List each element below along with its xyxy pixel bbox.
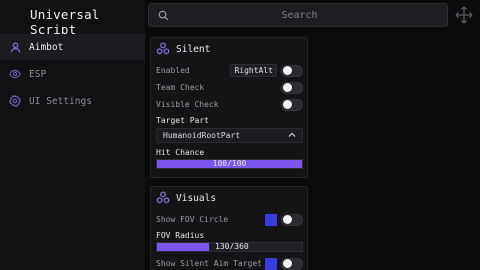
search-input[interactable] [174,9,425,21]
show-fov-row: Show FOV Circle [151,211,307,228]
show-fov-toggle[interactable] [281,213,303,226]
team-check-label: Team Check [156,83,205,92]
fov-radius-label: FOV Radius [156,230,205,240]
sidebar-item-esp[interactable]: ESP [0,61,145,87]
chevron-up-icon [288,131,296,140]
team-check-toggle[interactable] [281,81,303,94]
section-title: Visuals [176,192,217,204]
move-icon[interactable] [454,5,474,25]
sidebar-item-ui-settings[interactable]: UI Settings [0,88,145,114]
user-icon [8,40,22,54]
visuals-section: Visuals Show FOV Circle FOV Radius 130/3… [150,186,308,270]
hit-chance-slider[interactable]: 100/100 [156,159,303,169]
enabled-row: Enabled RightAlt [151,62,307,79]
silent-section: Silent Enabled RightAlt Team Check Visib… [150,37,308,178]
app-title: Universal Script [30,7,100,37]
sidebar-nav: Aimbot ESP UI Settings [0,34,145,115]
dropdown-value: HumanoidRootPart [163,131,241,140]
search-icon [152,10,174,21]
sidebar: Universal Script Aimbot ESP UI Settings [0,0,145,270]
show-target-toggle[interactable] [281,257,303,270]
eye-icon [8,67,22,81]
section-header: Visuals [151,187,307,209]
show-target-row: Show Silent Aim Target [151,255,307,270]
color-picker-swatch[interactable] [265,213,277,226]
search-bar [148,3,448,27]
visible-check-row: Visible Check [151,96,307,113]
visible-check-toggle[interactable] [281,98,303,111]
slider-value: 100/100 [212,159,247,168]
show-target-label: Show Silent Aim Target [156,259,262,268]
hit-chance-label: Hit Chance [156,147,205,157]
enabled-toggle[interactable] [281,64,303,77]
sidebar-item-label: ESP [29,68,47,80]
keybind-button[interactable]: RightAlt [230,64,277,77]
hexagons-icon [156,191,170,205]
sidebar-item-aimbot[interactable]: Aimbot [0,34,145,60]
color-picker-swatch[interactable] [265,257,277,270]
sidebar-item-label: Aimbot [29,41,64,53]
visible-check-label: Visible Check [156,100,219,109]
slider-value: 130/360 [215,242,249,251]
hexagons-icon [156,42,170,56]
show-fov-label: Show FOV Circle [156,215,229,224]
target-part-label: Target Part [156,115,209,125]
section-title: Silent [176,43,211,55]
enabled-label: Enabled [156,66,190,75]
gear-icon [8,94,22,108]
team-check-row: Team Check [151,79,307,96]
fov-radius-slider[interactable]: 130/360 [156,242,303,252]
section-header: Silent [151,38,307,60]
slider-fill [157,243,210,251]
target-part-dropdown[interactable]: HumanoidRootPart [156,128,303,143]
sidebar-item-label: UI Settings [29,95,92,107]
